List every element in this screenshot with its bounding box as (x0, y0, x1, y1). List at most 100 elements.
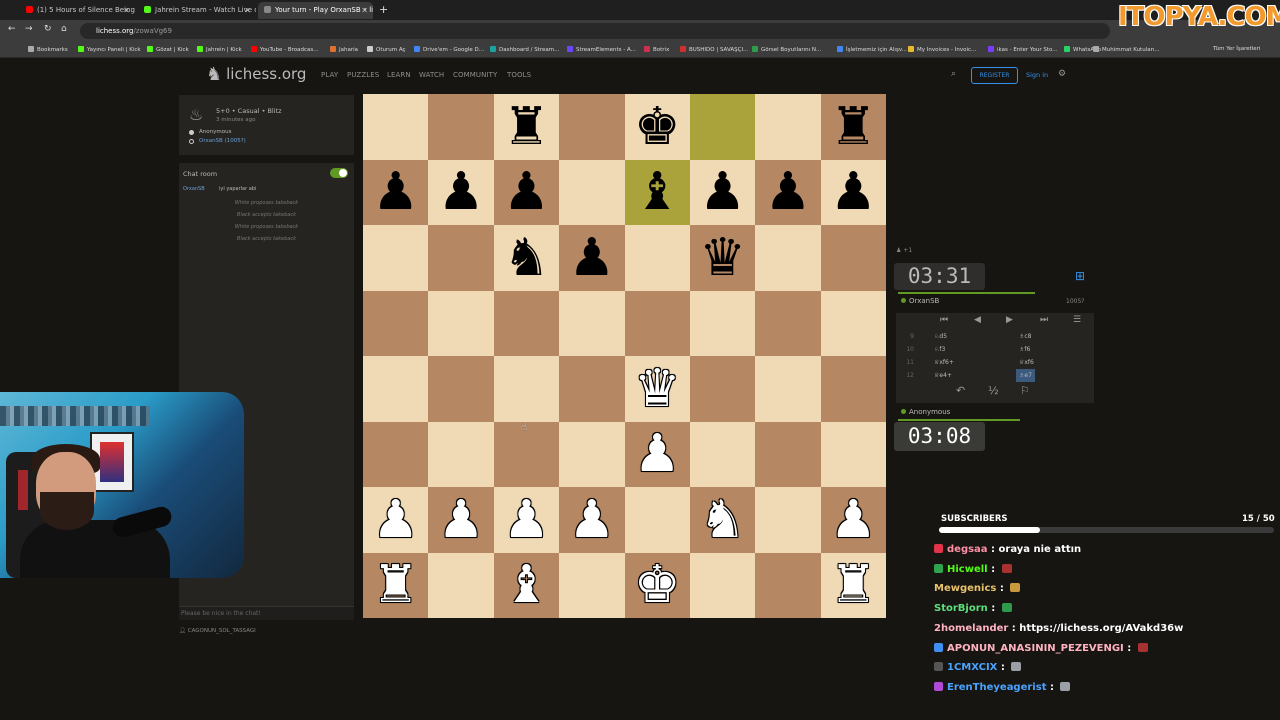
black-move[interactable]: ♗e7 (1016, 369, 1035, 382)
chat-input[interactable]: Please be nice in the chat! (179, 606, 354, 620)
black-pawn-icon[interactable]: ♟ (830, 166, 877, 218)
square-h5[interactable] (820, 290, 886, 356)
white-rook-icon[interactable]: ♜ (372, 559, 419, 611)
black-king-icon[interactable]: ♚ (634, 101, 681, 153)
white-pawn-icon[interactable]: ♟ (438, 494, 485, 546)
next-move-icon[interactable]: ▶ (1006, 315, 1013, 325)
all-bookmarks[interactable]: Tüm Yer İşaretleri (1213, 46, 1260, 52)
player-name[interactable]: Anonymous (901, 408, 950, 416)
chess-board[interactable]: ♜ ♚ ♜ ♟ ♟ ♟ ♝ ♟ ♟ ♟ ♞ ♟ ♛ ♛ ♟ ♟ ♟ ♟ ♟ ♞ ♟ ♜ ♝ ♚ ♜ (363, 94, 886, 618)
white-queen-icon[interactable]: ♛ (634, 363, 681, 415)
square-f2[interactable]: ♞ (689, 487, 756, 553)
square-h3[interactable] (820, 421, 886, 487)
add-time-icon[interactable]: ⊞ (1075, 269, 1085, 283)
white-rook-icon[interactable]: ♜ (830, 559, 877, 611)
square-c5[interactable] (493, 290, 560, 356)
bookmark-item[interactable]: Botrix (644, 46, 669, 53)
square-a1[interactable]: ♜ (363, 552, 429, 618)
black-player[interactable]: OrxanSB (1005?) (199, 138, 246, 144)
square-d7[interactable] (559, 159, 625, 225)
square-b7[interactable]: ♟ (428, 159, 494, 225)
new-tab-button[interactable]: + (379, 3, 388, 16)
square-e1[interactable]: ♚ (624, 552, 690, 618)
square-f8[interactable] (689, 94, 756, 160)
square-f4[interactable] (689, 356, 756, 422)
square-b4[interactable] (428, 356, 494, 422)
square-d5[interactable] (559, 290, 625, 356)
square-d3[interactable] (559, 421, 625, 487)
square-h8[interactable]: ♜ (820, 94, 886, 160)
square-a5[interactable] (363, 290, 429, 356)
bookmark-item[interactable]: ikas - Enter Your Sto... (988, 46, 1058, 53)
search-icon[interactable]: ⌕ (951, 69, 956, 79)
black-pawn-icon[interactable]: ♟ (699, 166, 746, 218)
square-h6[interactable] (820, 225, 886, 291)
opponent-name[interactable]: OrxanSB (901, 297, 939, 305)
square-b8[interactable] (428, 94, 494, 160)
bookmark-item[interactable]: Yayıncı Paneli | Kick (78, 46, 141, 53)
square-c6[interactable]: ♞ (493, 225, 560, 291)
square-b6[interactable] (428, 225, 494, 291)
square-e4[interactable]: ♛ (624, 356, 690, 422)
square-a3[interactable] (363, 421, 429, 487)
square-g4[interactable] (755, 356, 821, 422)
black-pawn-icon[interactable]: ♟ (503, 166, 550, 218)
square-f5[interactable] (689, 290, 756, 356)
close-icon[interactable]: ✕ (361, 2, 368, 19)
white-move[interactable]: ♕xf6+ (934, 356, 954, 369)
white-pawn-icon[interactable]: ♟ (503, 494, 550, 546)
bookmark-item[interactable]: Jahrein | Kick (197, 46, 242, 53)
square-g7[interactable]: ♟ (755, 159, 821, 225)
square-e6[interactable] (624, 225, 690, 291)
black-pawn-icon[interactable]: ♟ (372, 166, 419, 218)
nav-watch[interactable]: WATCH (419, 71, 444, 79)
square-d4[interactable] (559, 356, 625, 422)
nav-puzzles[interactable]: PUZZLES (347, 71, 379, 79)
square-h1[interactable]: ♜ (820, 552, 886, 618)
square-c7[interactable]: ♟ (493, 159, 560, 225)
white-player[interactable]: Anonymous (199, 129, 231, 135)
register-button[interactable]: REGISTER (971, 67, 1018, 84)
last-move-icon[interactable]: ⏭ (1040, 315, 1048, 325)
tab-youtube[interactable]: (1) 5 Hours of Silence Being Ra✕ (20, 2, 135, 19)
square-e8[interactable]: ♚ (624, 94, 690, 160)
square-a6[interactable] (363, 225, 429, 291)
square-a8[interactable] (363, 94, 429, 160)
square-h7[interactable]: ♟ (820, 159, 886, 225)
nav-tools[interactable]: TOOLS (507, 71, 531, 79)
bookmark-item[interactable]: İşletmemiz için Alışv... (837, 46, 907, 53)
square-g8[interactable] (755, 94, 821, 160)
back-icon[interactable]: ← (8, 24, 16, 34)
square-e2[interactable] (624, 487, 690, 553)
nav-community[interactable]: COMMUNITY (453, 71, 497, 79)
takeback-icon[interactable]: ↶ (956, 384, 965, 397)
chat-toggle[interactable] (330, 168, 348, 178)
square-g3[interactable] (755, 421, 821, 487)
bookmark-item[interactable]: Bookmarks (28, 46, 68, 53)
url-field[interactable]: lichess.org/zowaVg69 (80, 23, 1110, 39)
black-move[interactable]: ♗c8 (1016, 330, 1035, 343)
black-pawn-icon[interactable]: ♟ (765, 166, 812, 218)
black-bishop-icon[interactable]: ♝ (634, 166, 681, 218)
white-bishop-icon[interactable]: ♝ (503, 559, 550, 611)
bookmark-item[interactable]: Oturum Aç (367, 46, 406, 53)
square-c8[interactable]: ♜ (493, 94, 560, 160)
tab-lichess[interactable]: Your turn - Play OrxanSB • liche✕ (258, 2, 373, 19)
bookmark-item[interactable]: YouTube - Broadcas... (251, 46, 319, 53)
black-knight-icon[interactable]: ♞ (503, 232, 550, 284)
bookmark-item[interactable]: Dashboard / Stream... (490, 46, 559, 53)
bookmark-item[interactable]: StreamElements - A... (567, 46, 636, 53)
square-c2[interactable]: ♟ (493, 487, 560, 553)
tab-kick[interactable]: Jahrein Stream - Watch Live on ✕ (138, 2, 256, 19)
black-rook-icon[interactable]: ♜ (503, 101, 550, 153)
square-b2[interactable]: ♟ (428, 487, 494, 553)
close-icon[interactable]: ✕ (123, 2, 130, 19)
bookmark-item[interactable]: Görsel Boyutlarını N... (752, 46, 821, 53)
white-pawn-icon[interactable]: ♟ (569, 494, 616, 546)
bookmark-item[interactable]: Muhimmat Kutuları... (1093, 46, 1160, 53)
white-knight-icon[interactable]: ♞ (699, 494, 746, 546)
square-f3[interactable] (689, 421, 756, 487)
square-g2[interactable] (755, 487, 821, 553)
square-e3[interactable]: ♟ (624, 421, 690, 487)
prev-move-icon[interactable]: ◀ (974, 315, 981, 325)
